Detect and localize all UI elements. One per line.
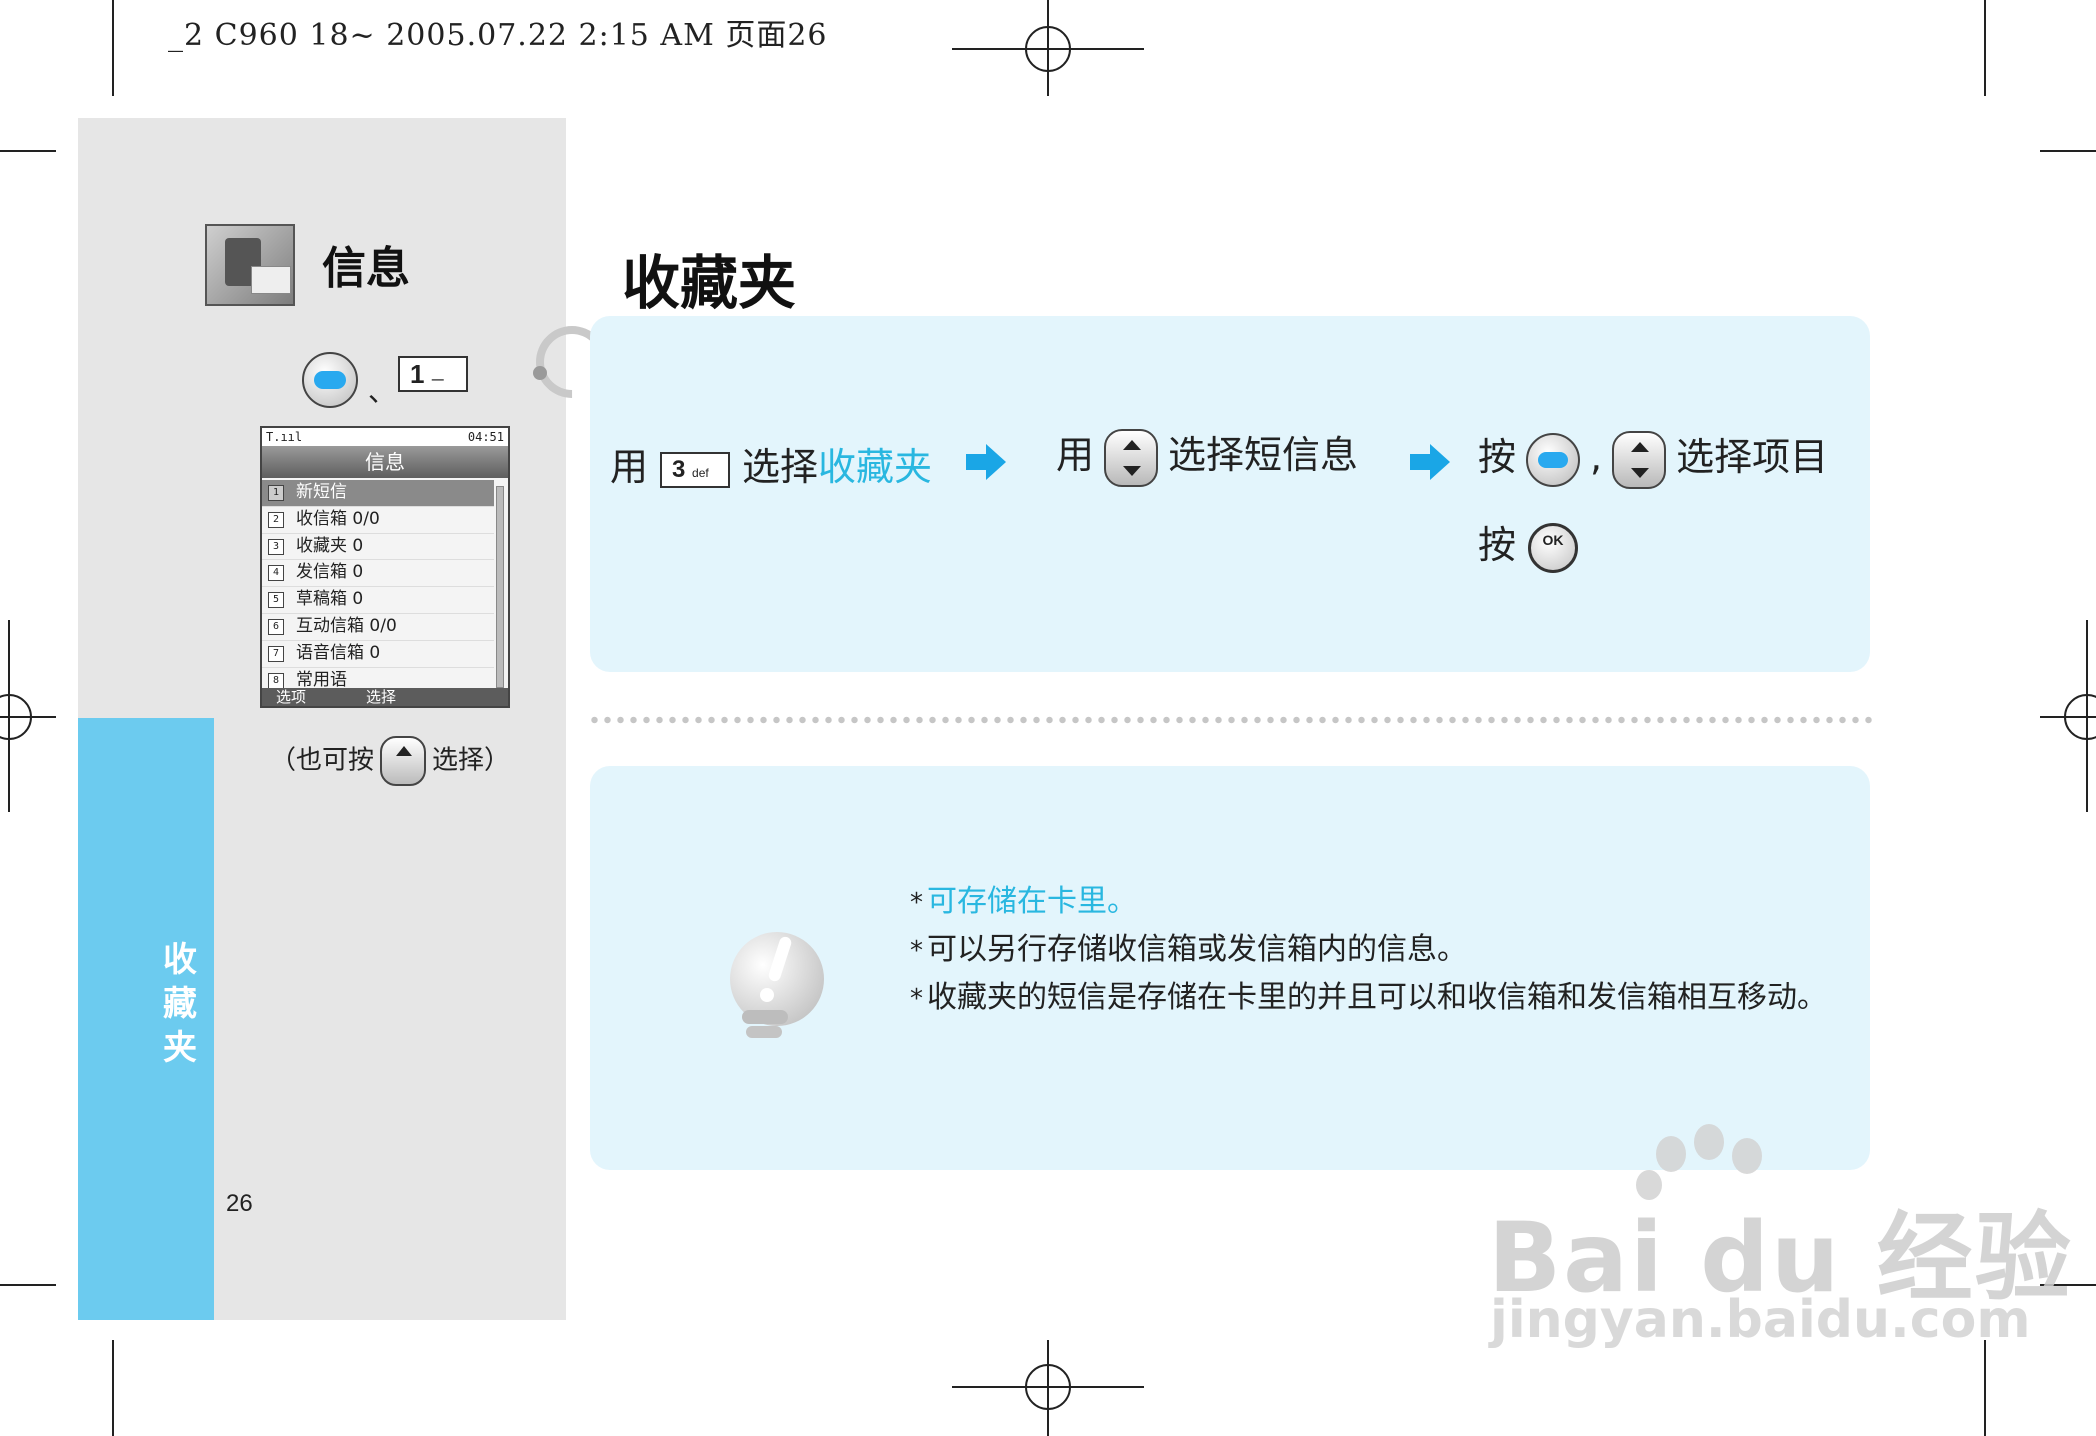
phone-menu-item: 3 收藏夹 0 xyxy=(262,534,494,561)
connector-dot xyxy=(533,366,547,380)
dotted-divider xyxy=(588,716,1872,724)
nav-updown-key-icon xyxy=(1612,430,1667,489)
print-header: _2 C960 18~ 2005.07.22 2:15 AM 页面26 xyxy=(168,18,828,53)
key-separator: 、 xyxy=(368,375,397,408)
crop-mark xyxy=(0,150,56,152)
phone-menu-item: 4 发信箱 0 xyxy=(262,560,494,588)
nav-updown-key-icon xyxy=(1104,428,1159,487)
registration-mark xyxy=(1025,26,1071,72)
sidebar-tab-label: 收 藏 夹 xyxy=(163,940,197,1068)
watermark-paw-icon xyxy=(1656,1136,1686,1172)
step-1: 用3 def 选择收藏夹 xyxy=(610,445,933,489)
tip-item: * 收藏夹的短信是存储在卡里的并且可以和收信箱和发信箱相互移动。 xyxy=(910,980,1827,1015)
phone-soft-left: 选项 xyxy=(276,688,307,706)
tip-bulb-icon xyxy=(760,988,774,1002)
registration-mark xyxy=(1025,1364,1071,1410)
watermark-paw-icon xyxy=(1732,1138,1762,1174)
phone-soft-right: 选择 xyxy=(366,688,397,706)
menu-soft-key-icon xyxy=(302,352,358,408)
phone-menu-list: 1 新短信 2 收信箱 0/0 3 收藏夹 0 4 发信箱 0 5 草稿箱 0 6 互动信箱… xyxy=(262,480,494,695)
phone-clock: 04:51 xyxy=(467,430,504,444)
step-3: 按, 选择项目 xyxy=(1478,426,1828,489)
step-2: 用选择短信息 xyxy=(1056,424,1358,487)
phone-screen: T.ııl 04:51 信息 1 新短信 2 收信箱 0/0 3 收藏夹 0 4 发信箱… xyxy=(260,426,510,708)
phone-status-bar: T.ııl 04:51 xyxy=(262,428,508,446)
tip-bulb-icon xyxy=(746,1026,782,1038)
page-title: 收藏夹 xyxy=(622,249,797,317)
phone-scrollbar xyxy=(496,486,504,688)
tip-item: * 可存储在卡里。 xyxy=(910,884,1137,919)
steps-box xyxy=(590,316,1870,672)
phone-menu-item: 5 草稿箱 0 xyxy=(262,587,494,614)
tip-bulb-icon xyxy=(742,1010,788,1024)
watermark-paw-icon xyxy=(1694,1124,1724,1160)
watermark-url: jingyan.baidu.com xyxy=(1490,1290,2031,1350)
menu-soft-key-icon xyxy=(1526,432,1581,487)
registration-mark xyxy=(2064,694,2096,740)
arrow-right-icon xyxy=(1410,444,1450,480)
key-1-icon: 1 — xyxy=(398,356,468,392)
ok-key-icon: OK xyxy=(1528,522,1579,573)
nav-up-key-icon xyxy=(380,736,427,786)
crop-mark xyxy=(0,1284,56,1286)
mailbox-icon xyxy=(205,224,295,306)
crop-mark xyxy=(2040,150,2096,152)
tip-item: * 可以另行存储收信箱或发信箱内的信息。 xyxy=(910,932,1467,967)
phone-menu-item: 7 语音信箱 0 xyxy=(262,641,494,668)
phone-softkey-bar: 选项 选择 xyxy=(262,688,508,706)
highlight-favorites: 收藏夹 xyxy=(818,445,933,489)
phone-menu-item: 1 新短信 xyxy=(262,480,494,507)
phone-title: 信息 xyxy=(262,446,508,478)
section-title: 信息 xyxy=(322,243,410,294)
step-4: 按 OK xyxy=(1478,514,1590,573)
crop-mark xyxy=(112,0,114,96)
phone-menu-item: 2 收信箱 0/0 xyxy=(262,507,494,534)
alternate-key-note: （也可按 选择） xyxy=(270,736,510,786)
phone-menu-item: 6 互动信箱 0/0 xyxy=(262,614,494,641)
registration-mark xyxy=(0,694,32,740)
crop-mark xyxy=(1984,0,1986,96)
key-3-icon: 3 def xyxy=(660,451,731,488)
crop-mark xyxy=(1984,1340,1986,1436)
crop-mark xyxy=(112,1340,114,1436)
page-number: 26 xyxy=(226,1190,253,1217)
signal-icon: T.ııl xyxy=(266,430,303,444)
arrow-right-icon xyxy=(966,444,1006,480)
